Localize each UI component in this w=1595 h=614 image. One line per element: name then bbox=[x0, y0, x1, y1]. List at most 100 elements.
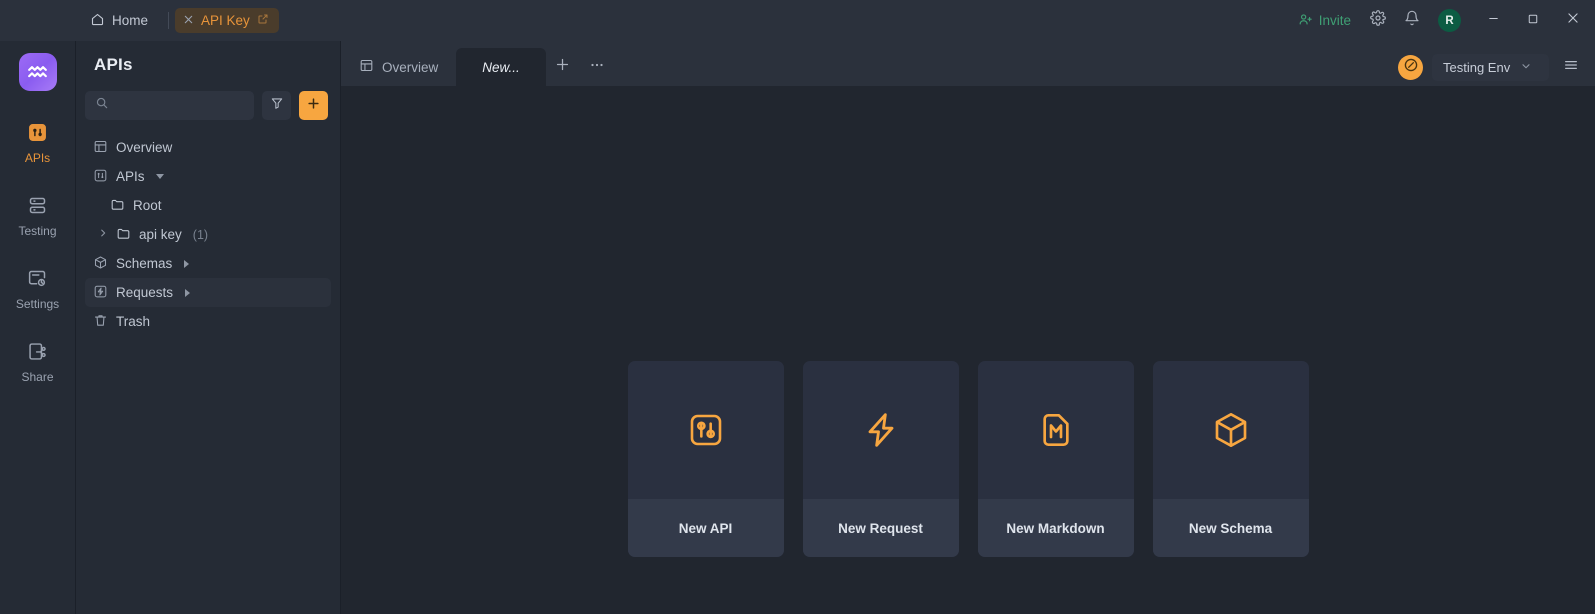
title-bar-left-spacer bbox=[0, 0, 76, 41]
main-content: New API New Request New Markdown New Sch… bbox=[341, 86, 1595, 614]
tree-item-schemas[interactable]: Schemas bbox=[85, 249, 331, 278]
app-window: Home API Key Invite R APIs Testing Setti… bbox=[0, 0, 1595, 614]
apis-icon bbox=[27, 122, 48, 146]
tree-item-api-key[interactable]: api key (1) bbox=[85, 220, 331, 249]
card-new-api[interactable]: New API bbox=[627, 361, 784, 557]
folder-icon bbox=[116, 226, 131, 244]
external-link-icon[interactable] bbox=[257, 13, 269, 28]
home-tab[interactable]: Home bbox=[76, 7, 162, 35]
add-button[interactable] bbox=[299, 91, 328, 120]
chevron-right-icon[interactable] bbox=[185, 288, 191, 297]
api-tree: Overview APIs Root api key (1) Schemas R… bbox=[76, 120, 340, 336]
search-icon bbox=[95, 96, 109, 115]
plus-icon bbox=[554, 56, 571, 79]
tab-bar-right: Testing Env bbox=[1398, 54, 1595, 86]
cube-icon bbox=[1153, 361, 1309, 499]
apikey-project-tab[interactable]: API Key bbox=[175, 8, 279, 33]
tree-item-count: (1) bbox=[192, 227, 209, 242]
card-new-request[interactable]: New Request bbox=[802, 361, 959, 557]
tree-item-label: APIs bbox=[116, 169, 145, 184]
window-close-button[interactable] bbox=[1553, 0, 1593, 41]
tree-item-apis[interactable]: APIs bbox=[85, 162, 331, 191]
chevron-right-icon[interactable] bbox=[98, 228, 108, 241]
search-input[interactable] bbox=[116, 98, 244, 113]
tree-item-overview[interactable]: Overview bbox=[85, 133, 331, 162]
trash-icon bbox=[93, 313, 108, 331]
maximize-icon bbox=[1527, 12, 1539, 30]
avatar[interactable]: R bbox=[1438, 9, 1461, 32]
tab-overview[interactable]: Overview bbox=[341, 48, 456, 86]
tab-new[interactable]: New... bbox=[456, 48, 546, 86]
page-title: APIs bbox=[94, 55, 133, 74]
api-sliders-icon bbox=[628, 361, 784, 499]
avatar-initial: R bbox=[1445, 14, 1454, 27]
tree-item-label: Trash bbox=[116, 314, 151, 329]
card-label: New API bbox=[627, 499, 784, 557]
app-body: APIs Testing Settings Share APIs Overvie… bbox=[0, 41, 1595, 614]
title-bar-right: Invite R bbox=[1288, 0, 1595, 41]
card-new-markdown[interactable]: New Markdown bbox=[977, 361, 1134, 557]
apis-icon bbox=[93, 168, 108, 186]
chevron-right-icon[interactable] bbox=[184, 259, 190, 268]
quick-action-cards: New API New Request New Markdown New Sch… bbox=[341, 361, 1595, 557]
main-area: Overview New... Testing Env New API New … bbox=[341, 41, 1595, 614]
filter-button[interactable] bbox=[262, 91, 291, 120]
tree-item-root[interactable]: Root bbox=[85, 191, 331, 220]
card-label: New Request bbox=[802, 499, 959, 557]
environment-select-value: Testing Env bbox=[1443, 60, 1511, 75]
card-new-schema[interactable]: New Schema bbox=[1152, 361, 1309, 557]
home-tab-label: Home bbox=[112, 13, 149, 28]
home-icon bbox=[90, 12, 105, 30]
new-tab-button[interactable] bbox=[546, 48, 580, 86]
tab-divider bbox=[168, 12, 170, 29]
filter-icon bbox=[270, 96, 284, 115]
env-check-icon bbox=[1403, 57, 1419, 78]
rail-item-settings[interactable]: Settings bbox=[5, 259, 71, 318]
tree-item-label: Overview bbox=[116, 140, 173, 155]
settings-button[interactable] bbox=[1361, 5, 1395, 37]
tab-label: Overview bbox=[382, 59, 439, 75]
tree-item-trash[interactable]: Trash bbox=[85, 307, 331, 336]
apifox-logo-icon[interactable] bbox=[18, 53, 57, 91]
rail-item-label: Testing bbox=[18, 224, 57, 238]
requests-icon bbox=[93, 284, 108, 302]
gear-icon bbox=[1370, 10, 1386, 31]
ellipsis-icon bbox=[588, 56, 606, 79]
markdown-m-icon bbox=[978, 361, 1134, 499]
notifications-button[interactable] bbox=[1395, 5, 1429, 37]
rail-item-label: APIs bbox=[24, 151, 51, 165]
title-bar: Home API Key Invite R bbox=[0, 0, 1595, 41]
rail-item-apis[interactable]: APIs bbox=[5, 113, 71, 172]
window-tab-strip: Home API Key bbox=[76, 0, 279, 41]
overview-icon bbox=[93, 139, 108, 157]
tree-item-requests[interactable]: Requests bbox=[85, 278, 331, 307]
card-label: New Schema bbox=[1152, 499, 1309, 557]
tree-item-label: api key bbox=[139, 227, 182, 242]
schema-icon bbox=[93, 255, 108, 273]
editor-tab-bar: Overview New... Testing Env bbox=[341, 41, 1595, 86]
rail-item-label: Share bbox=[21, 370, 54, 384]
hamburger-menu-icon bbox=[1563, 57, 1579, 78]
search-box[interactable] bbox=[85, 91, 254, 120]
tab-overflow-button[interactable] bbox=[580, 48, 614, 86]
rail-item-testing[interactable]: Testing bbox=[5, 186, 71, 245]
environment-select[interactable]: Testing Env bbox=[1432, 54, 1549, 81]
window-minimize-button[interactable] bbox=[1473, 0, 1513, 41]
overview-icon bbox=[359, 58, 374, 76]
main-menu-button[interactable] bbox=[1558, 54, 1584, 81]
rail-item-share[interactable]: Share bbox=[5, 332, 71, 391]
window-maximize-button[interactable] bbox=[1513, 0, 1553, 41]
tree-item-label: Requests bbox=[116, 285, 174, 300]
panel-toolbar bbox=[76, 75, 340, 120]
close-icon[interactable] bbox=[183, 14, 194, 27]
chevron-down-icon[interactable] bbox=[155, 174, 164, 179]
lightning-bolt-icon bbox=[803, 361, 959, 499]
env-status-badge[interactable] bbox=[1398, 55, 1423, 80]
share-icon bbox=[27, 341, 48, 365]
bell-icon bbox=[1404, 10, 1420, 31]
invite-button[interactable]: Invite bbox=[1288, 12, 1361, 30]
tree-item-label: Root bbox=[133, 198, 162, 213]
settings-icon bbox=[27, 268, 48, 292]
tab-label: New... bbox=[482, 59, 520, 75]
testing-icon bbox=[27, 195, 48, 219]
